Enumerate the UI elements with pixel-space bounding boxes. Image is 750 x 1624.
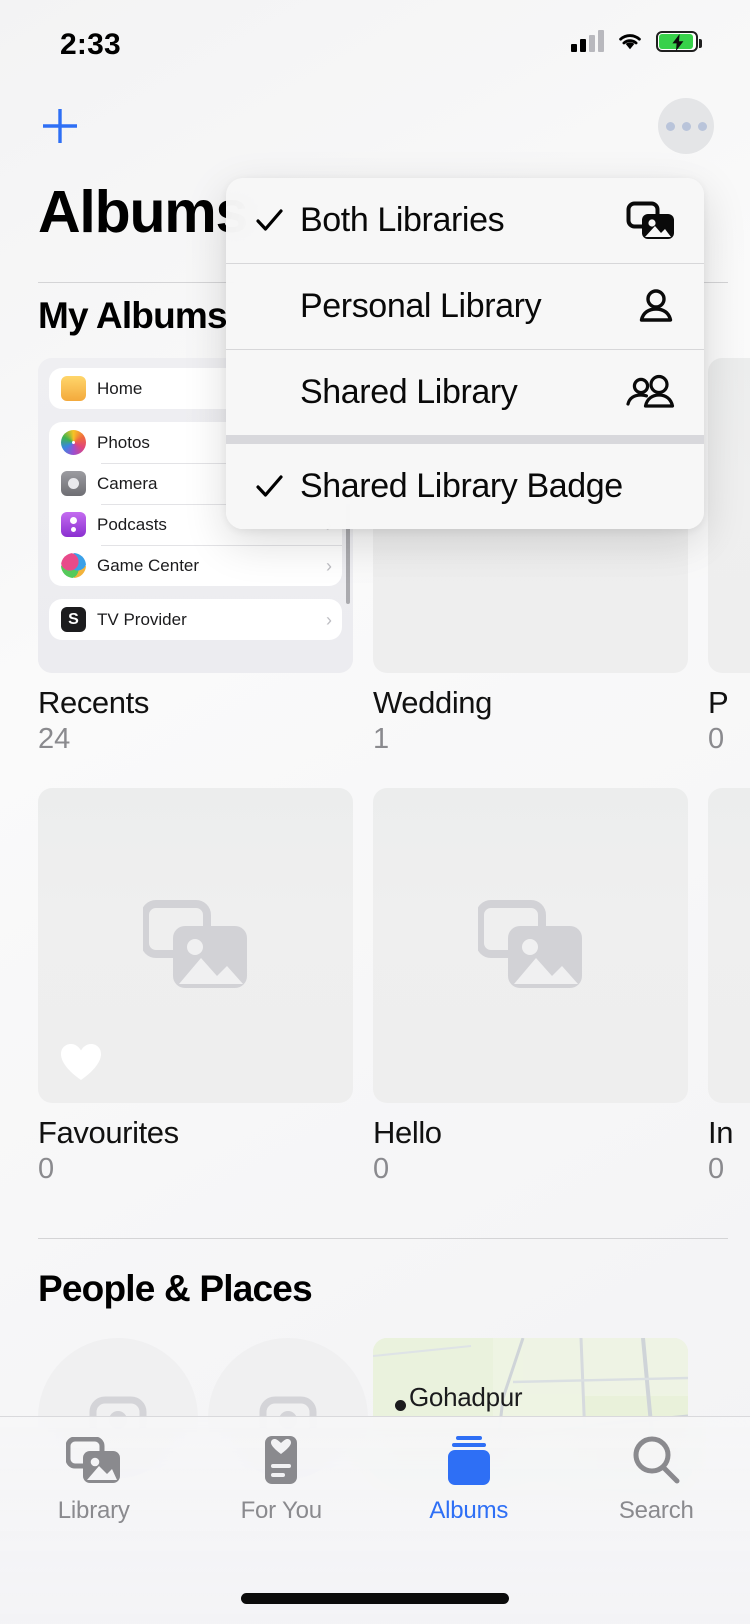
map-pin-dot: [395, 1400, 406, 1411]
library-filter-context-menu: Both Libraries Personal Library Shared L…: [226, 178, 704, 529]
album-name: Wedding: [373, 685, 492, 720]
tab-bar: Library For You Albums Search: [0, 1416, 750, 1624]
album-count: 1: [373, 723, 390, 755]
menu-item-label: Shared Library: [300, 373, 518, 411]
settings-row-label: TV Provider: [97, 609, 187, 629]
menu-group-divider: [226, 435, 704, 444]
for-you-card-icon: [265, 1436, 298, 1484]
album-item-hello[interactable]: Hello 0: [373, 788, 688, 1186]
photos-app-icon: [61, 430, 86, 455]
tab-albums[interactable]: Albums: [375, 1435, 563, 1525]
settings-row-label: Podcasts: [97, 514, 167, 534]
album-thumbnail: [373, 788, 688, 1103]
album-item-sixth[interactable]: In 0: [708, 788, 750, 1186]
checkmark-icon: [256, 207, 300, 234]
album-count: 0: [373, 1153, 390, 1185]
plus-icon: [43, 109, 77, 143]
settings-row-label: Home: [97, 378, 143, 398]
album-name: In: [708, 1115, 734, 1150]
tv-provider-icon: [61, 607, 86, 632]
podcasts-app-icon: [61, 512, 86, 537]
chevron-right-icon: ›: [326, 555, 332, 576]
heart-icon: [61, 1044, 101, 1080]
album-name: Favourites: [38, 1115, 179, 1150]
navigation-bar: [0, 88, 750, 170]
tab-label: For You: [240, 1497, 323, 1524]
photo-stack-placeholder-icon: [477, 899, 582, 988]
album-item-favourites[interactable]: Favourites 0: [38, 788, 353, 1186]
tab-for-you[interactable]: For You: [188, 1435, 376, 1525]
album-item-third[interactable]: P 0: [708, 358, 750, 756]
album-count: 0: [38, 1153, 55, 1185]
page-title: Albums: [38, 179, 248, 245]
tab-label: Library: [57, 1497, 130, 1524]
album-thumbnail: [708, 358, 750, 673]
menu-item-label: Both Libraries: [300, 201, 505, 239]
photo-stack-icon: [65, 1437, 120, 1483]
tab-label: Albums: [429, 1497, 509, 1524]
status-bar: 2:33: [0, 0, 750, 88]
menu-item-shared-library-badge[interactable]: Shared Library Badge: [226, 444, 704, 529]
checkmark-icon: [256, 473, 300, 500]
wifi-icon: [616, 30, 644, 52]
settings-row-label: Photos: [97, 432, 150, 452]
my-albums-heading: My Albums: [38, 295, 228, 336]
place-label: Gohadpur: [409, 1382, 523, 1412]
tab-search[interactable]: Search: [563, 1435, 750, 1525]
chevron-right-icon: ›: [326, 609, 332, 630]
menu-item-label: Personal Library: [300, 287, 542, 325]
add-album-button[interactable]: [30, 96, 90, 156]
tab-library[interactable]: Library: [0, 1435, 188, 1525]
album-thumbnail: [38, 788, 353, 1103]
photo-stack-placeholder-icon: [142, 899, 247, 988]
person-icon: [636, 287, 676, 327]
menu-item-personal-library[interactable]: Personal Library: [226, 264, 704, 349]
home-app-icon: [61, 376, 86, 401]
menu-item-both-libraries[interactable]: Both Libraries: [226, 178, 704, 263]
album-name: Hello: [373, 1115, 442, 1150]
search-icon: [633, 1436, 680, 1484]
two-people-icon: [626, 373, 676, 413]
tab-label: Search: [618, 1497, 694, 1524]
menu-item-shared-library[interactable]: Shared Library: [226, 350, 704, 435]
camera-app-icon: [61, 471, 86, 496]
photos-app-screen: 2:33 Albums My Albums Home Photos Camera…: [0, 0, 750, 1624]
album-count: 0: [708, 1153, 725, 1185]
status-bar-time: 2:33: [60, 28, 121, 61]
albums-icon: [447, 1436, 490, 1485]
game-center-icon: [61, 553, 86, 578]
people-places-heading: People & Places: [38, 1268, 313, 1309]
settings-row-label: Game Center: [97, 555, 200, 575]
album-count: 24: [38, 723, 71, 755]
home-indicator[interactable]: [241, 1593, 509, 1604]
menu-item-label: Shared Library Badge: [300, 467, 623, 505]
album-name: Recents: [38, 685, 149, 720]
battery-charging-icon: [656, 30, 702, 52]
people-places-separator: [38, 1238, 728, 1239]
album-count: 0: [708, 723, 725, 755]
status-bar-indicators: [571, 30, 702, 52]
ellipsis-icon: [665, 121, 675, 131]
more-options-button[interactable]: [658, 98, 714, 154]
album-thumbnail: [708, 788, 750, 1103]
cellular-signal-icon: [571, 30, 604, 52]
settings-row-label: Camera: [97, 473, 158, 493]
album-name: P: [708, 685, 729, 720]
photo-stack-icon: [626, 201, 676, 241]
